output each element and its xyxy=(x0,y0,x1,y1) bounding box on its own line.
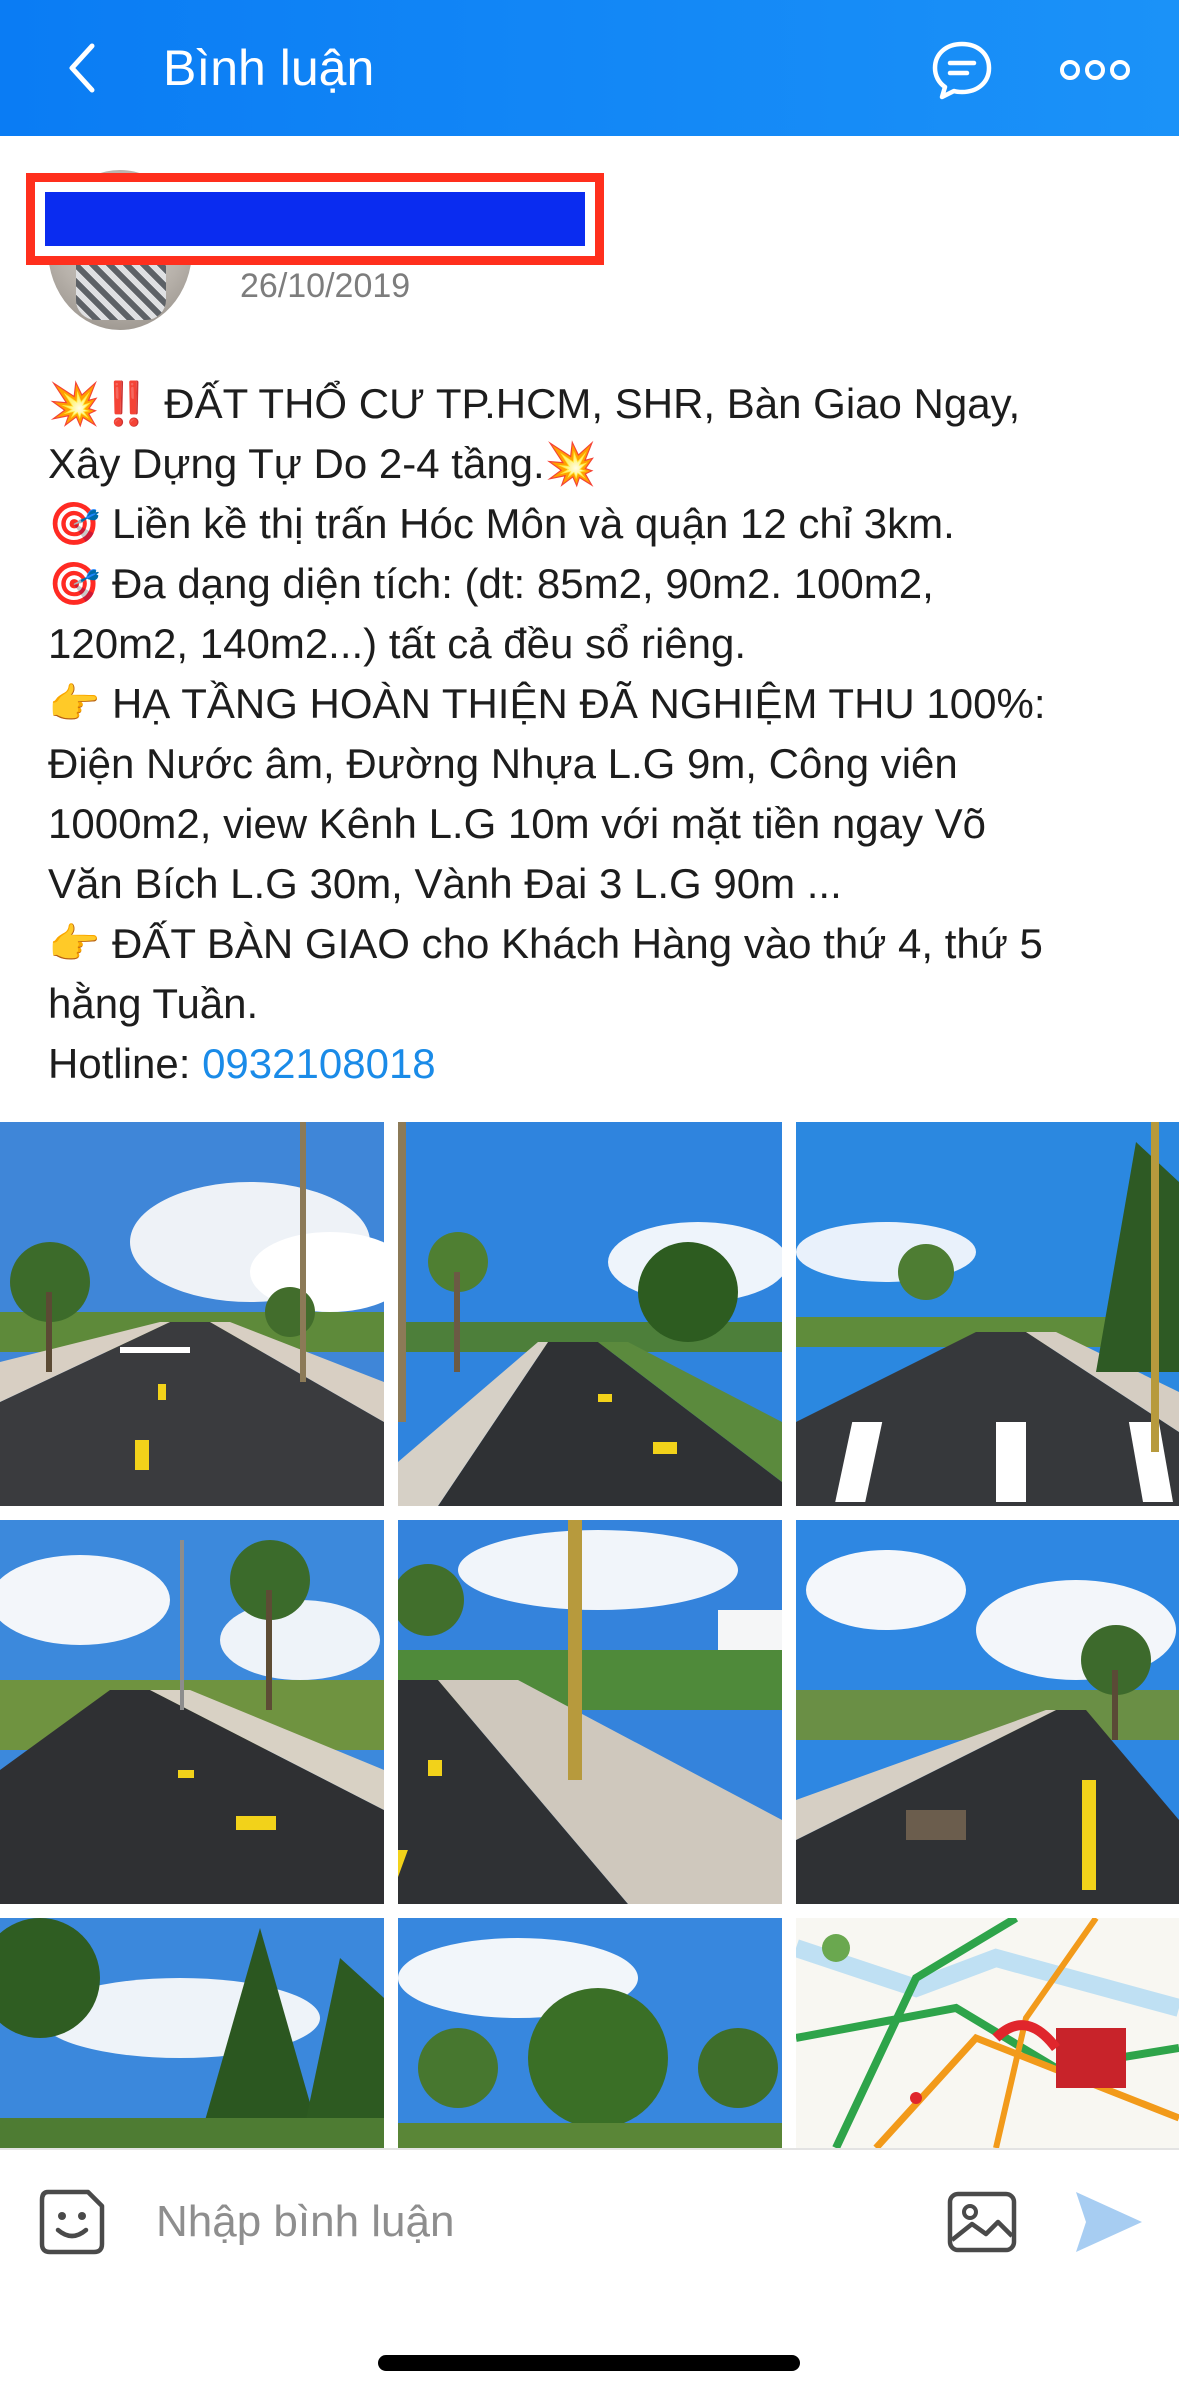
emoji-icon: 👉 xyxy=(48,680,101,727)
emoji-icon: 👉 xyxy=(48,920,101,967)
emoji-icon: 🎯 xyxy=(48,500,101,547)
hotline-phone-link[interactable]: 0932108018 xyxy=(202,1040,436,1087)
road-photo-3[interactable] xyxy=(796,1122,1179,1506)
hotline-label: Hotline: xyxy=(48,1040,203,1087)
sticker-smile-icon xyxy=(39,2189,105,2255)
post-line: 💥‼️ ĐẤT THỔ CƯ TP.HCM, SHR, Bàn Giao Nga… xyxy=(48,374,1158,434)
post-date: 26/10/2019 xyxy=(240,267,411,305)
post-line-text: Văn Bích L.G 30m, Vành Đai 3 L.G 90m ... xyxy=(48,860,842,907)
emoji-icon: 💥‼️ xyxy=(48,380,153,427)
emoji-icon: 🎯 xyxy=(48,560,101,607)
post-line-text: 120m2, 140m2...) tất cả đều sổ riêng. xyxy=(48,620,747,667)
send-icon xyxy=(1076,2192,1142,2252)
road-photo-2[interactable] xyxy=(398,1122,782,1506)
back-button[interactable] xyxy=(56,38,116,98)
post-text: 💥‼️ ĐẤT THỔ CƯ TP.HCM, SHR, Bàn Giao Nga… xyxy=(48,374,1158,1094)
home-indicator xyxy=(378,2355,800,2371)
map-photo-9[interactable] xyxy=(796,1918,1179,2148)
image-icon xyxy=(947,2191,1017,2253)
send-button[interactable] xyxy=(1072,2188,1144,2256)
image-button[interactable] xyxy=(946,2188,1018,2256)
post-line-text: Điện Nước âm, Đường Nhựa L.G 9m, Công vi… xyxy=(48,740,958,787)
post-line-text: 1000m2, view Kênh L.G 10m với mặt tiền n… xyxy=(48,800,987,847)
post-line: 🎯 Đa dạng diện tích: (dt: 85m2, 90m2. 10… xyxy=(48,554,1158,614)
more-dots-icon xyxy=(1060,60,1130,80)
hotline-line: Hotline: 0932108018 xyxy=(48,1034,1158,1094)
road-photo-5[interactable] xyxy=(398,1520,782,1904)
post-line-text: hằng Tuần. xyxy=(48,980,259,1027)
trees-photo-7[interactable] xyxy=(0,1918,384,2148)
chevron-left-icon xyxy=(69,43,95,93)
road-photo-1[interactable] xyxy=(0,1122,384,1506)
post-line: Điện Nước âm, Đường Nhựa L.G 9m, Công vi… xyxy=(48,734,1158,794)
trees-photo-8[interactable] xyxy=(398,1918,782,2148)
comment-input[interactable] xyxy=(156,2186,896,2258)
chat-button[interactable] xyxy=(930,38,994,102)
post-line: Văn Bích L.G 30m, Vành Đai 3 L.G 90m ... xyxy=(48,854,1158,914)
chat-bubble-icon xyxy=(932,41,992,100)
post-line: Xây Dựng Tự Do 2-4 tầng.💥 xyxy=(48,434,1158,494)
redacted-author-name xyxy=(26,173,604,265)
page-title: Bình luận xyxy=(163,40,375,96)
post-line-text: Xây Dựng Tự Do 2-4 tầng.💥 xyxy=(48,440,597,487)
post-line-text: ĐẤT THỔ CƯ TP.HCM, SHR, Bàn Giao Ngay, xyxy=(164,380,1021,427)
sticker-button[interactable] xyxy=(36,2186,108,2258)
post-line: hằng Tuần. xyxy=(48,974,1158,1034)
comment-screen: Bình luận 26/10/2019 💥‼️ ĐẤT THỔ CƯ TP.H… xyxy=(0,0,1179,2400)
road-photo-4[interactable] xyxy=(0,1520,384,1904)
post-line-text: ĐẤT BÀN GIAO cho Khách Hàng vào thứ 4, t… xyxy=(111,920,1043,967)
redaction-block xyxy=(45,192,585,246)
post-line: 👉 HẠ TẦNG HOÀN THIỆN ĐÃ NGHIỆM THU 100%: xyxy=(48,674,1158,734)
post-line-text: Đa dạng diện tích: (dt: 85m2, 90m2. 100m… xyxy=(111,560,934,607)
post-line: 120m2, 140m2...) tất cả đều sổ riêng. xyxy=(48,614,1158,674)
post-line: 1000m2, view Kênh L.G 10m với mặt tiền n… xyxy=(48,794,1158,854)
road-photo-6[interactable] xyxy=(796,1520,1179,1904)
post-line-text: Liền kề thị trấn Hóc Môn và quận 12 chỉ … xyxy=(111,500,955,547)
post-line-text: HẠ TẦNG HOÀN THIỆN ĐÃ NGHIỆM THU 100%: xyxy=(111,680,1046,727)
post-line: 🎯 Liền kề thị trấn Hóc Môn và quận 12 ch… xyxy=(48,494,1158,554)
top-bar: Bình luận xyxy=(0,0,1179,136)
post-line: 👉 ĐẤT BÀN GIAO cho Khách Hàng vào thứ 4,… xyxy=(48,914,1158,974)
more-button[interactable] xyxy=(1058,46,1132,94)
